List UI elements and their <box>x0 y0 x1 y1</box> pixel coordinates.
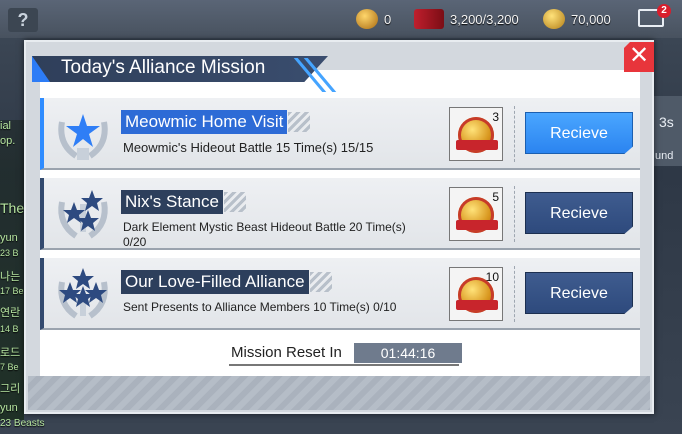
mission-emblem-icon <box>58 190 108 239</box>
reset-countdown: 01:44:16 <box>354 343 462 363</box>
side-text: 로드 <box>0 347 21 359</box>
recieve-button[interactable]: Recieve <box>525 272 633 314</box>
coin-counter: 0 <box>356 8 391 30</box>
gold-value: 70,000 <box>571 11 611 27</box>
dialog-title: Today's Alliance Mission <box>61 57 266 78</box>
recieve-button[interactable]: Recieve <box>525 112 633 154</box>
reward-count: 5 <box>492 190 499 204</box>
row-divider <box>514 266 515 322</box>
side-text: 나는 <box>0 271 21 283</box>
reward-count: 3 <box>492 110 499 124</box>
mission-description: Sent Presents to Alliance Members 10 Tim… <box>123 300 397 314</box>
mission-title: Our Love-Filled Alliance <box>121 270 309 294</box>
mission-reset-timer: Mission Reset In 01:44:16 <box>229 342 469 366</box>
mission-emblem-icon <box>58 268 108 319</box>
ribbon-icon <box>456 300 498 310</box>
reset-underline <box>229 364 459 366</box>
mission-progress: 0/20 <box>123 235 147 249</box>
side-text: ial <box>0 120 12 132</box>
mail-badge: 2 <box>657 4 671 18</box>
mission-description: Meowmic's Hideout Battle 15 Time(s) 15/1… <box>123 140 374 155</box>
right-text: und <box>655 150 674 162</box>
close-button[interactable]: ✕ <box>624 42 654 72</box>
row-divider <box>514 186 515 242</box>
side-text: 연란 <box>0 307 21 319</box>
right-text: 3s <box>659 114 674 130</box>
side-text: yun <box>0 402 18 414</box>
ribbon-icon <box>456 220 498 230</box>
title-hatch <box>288 112 310 132</box>
reward-count: 10 <box>485 270 499 284</box>
row-divider <box>514 106 515 162</box>
side-text: 23 Beasts <box>0 418 45 429</box>
reward-item[interactable]: 10 <box>449 267 503 321</box>
side-text: 그리 <box>0 383 21 395</box>
stamina-counter: 3,200/3,200 <box>414 8 519 30</box>
recieve-button[interactable]: Recieve <box>525 192 633 234</box>
side-text: 17 Be <box>0 286 24 296</box>
title-hatch <box>224 192 246 212</box>
coin-value: 0 <box>384 11 392 27</box>
stamina-value: 3,200/3,200 <box>450 11 519 27</box>
gold-icon <box>543 9 565 29</box>
ribbon-icon <box>456 140 498 150</box>
side-text: The <box>0 200 25 216</box>
alliance-mission-dialog: Today's Alliance Mission ✕ Meowmic Home … <box>24 40 654 414</box>
mission-row: Nix's Stance Dark Element Mystic Beast H… <box>40 178 640 250</box>
side-text: 23 B <box>0 248 19 258</box>
reward-item[interactable]: 3 <box>449 107 503 161</box>
mission-row: Meowmic Home Visit Meowmic's Hideout Bat… <box>40 98 640 170</box>
title-hatch <box>310 272 332 292</box>
mission-description: Dark Element Mystic Beast Hideout Battle… <box>123 220 406 234</box>
right-panel: 3s und <box>653 96 682 166</box>
mission-row: Our Love-Filled Alliance Sent Presents t… <box>40 258 640 330</box>
mission-title: Meowmic Home Visit <box>121 110 288 134</box>
side-text: yun <box>0 232 18 244</box>
side-text: op. <box>0 135 16 147</box>
side-text: 14 B <box>0 324 19 334</box>
mission-emblem-icon <box>58 114 108 160</box>
reset-label: Mission Reset In <box>231 344 342 361</box>
mission-title: Nix's Stance <box>121 190 223 214</box>
stamina-icon <box>414 9 444 29</box>
dialog-footer <box>28 376 650 410</box>
side-text: 7 Be <box>0 362 19 372</box>
reward-item[interactable]: 5 <box>449 187 503 241</box>
gold-counter: 70,000 <box>543 8 611 30</box>
coin-icon <box>356 9 378 29</box>
help-button[interactable]: ? <box>8 8 38 32</box>
close-icon: ✕ <box>628 42 650 69</box>
